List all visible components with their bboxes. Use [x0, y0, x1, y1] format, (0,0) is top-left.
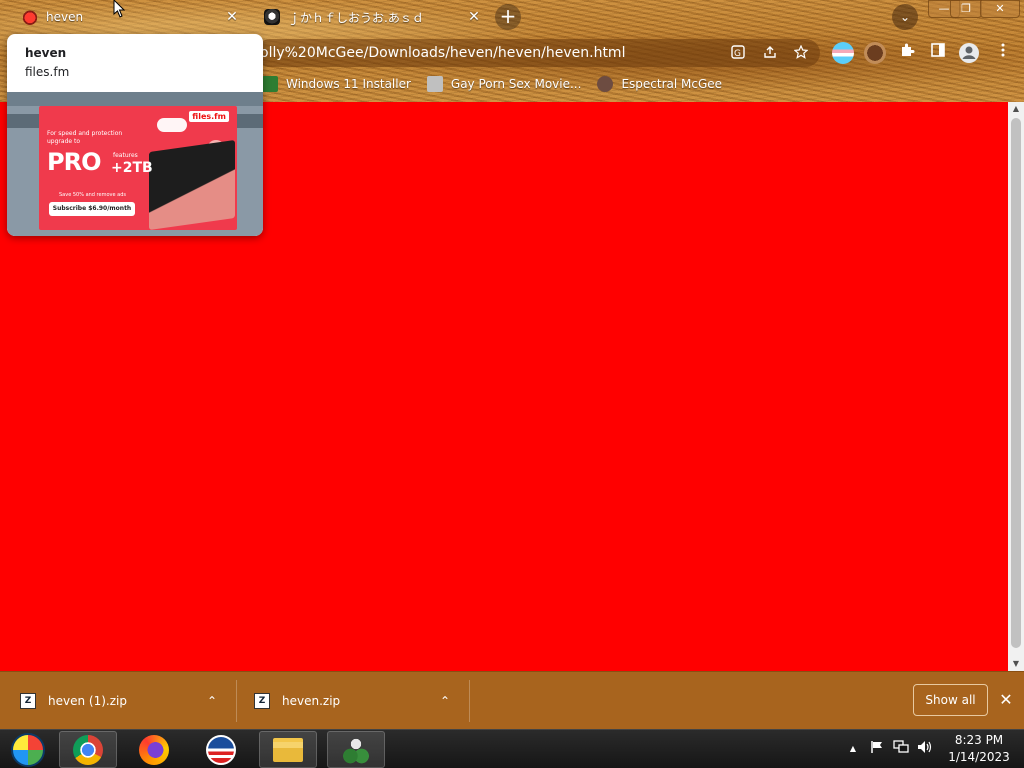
taskbar-firefox[interactable] — [125, 731, 183, 768]
new-tab-button[interactable]: + — [495, 4, 521, 30]
puzzle-icon[interactable] — [896, 42, 918, 64]
tab-title: ｊかｈｆしおうお.あｓｄ — [288, 10, 424, 25]
menu-kebab-icon[interactable] — [992, 42, 1014, 64]
chevron-up-icon[interactable]: ⌃ — [436, 692, 454, 710]
extension-flag-icon[interactable] — [832, 42, 854, 64]
network-icon[interactable] — [892, 740, 910, 758]
download-filename: heven (1).zip — [48, 694, 127, 708]
divider — [469, 680, 470, 722]
mouse-cursor-icon — [113, 0, 125, 18]
tab-preview-thumbnail: files.fm For speed and protection upgrad… — [7, 92, 263, 236]
scroll-down-arrow-icon[interactable]: ▼ — [1008, 657, 1024, 671]
ad-save-text: Save 50% and remove ads — [59, 192, 126, 198]
url-text[interactable]: olly%20McGee/Downloads/heven/heven/heven… — [260, 45, 720, 61]
divider — [236, 680, 237, 722]
clock-time: 8:23 PM — [954, 733, 1004, 747]
download-filename: heven.zip — [282, 694, 341, 708]
close-window-button[interactable]: ✕ — [980, 0, 1020, 18]
tab-title: heven — [46, 10, 84, 24]
system-clock[interactable]: 8:23 PM 1/14/2023 — [944, 732, 1014, 768]
ad-subscribe-button: Subscribe $6.90/month — [49, 202, 135, 216]
taskbar-chrome[interactable] — [59, 731, 117, 768]
star-icon[interactable] — [793, 44, 809, 61]
translate-icon[interactable]: G — [730, 45, 746, 61]
tray-overflow-icon[interactable]: ▲ — [844, 740, 862, 758]
show-all-button[interactable]: Show all — [913, 684, 988, 716]
preview-bar — [7, 92, 263, 106]
hover-card-domain: files.fm — [25, 65, 70, 79]
chrome-icon — [73, 734, 103, 765]
zip-file-icon: Z — [254, 693, 270, 709]
address-bar[interactable]: olly%20McGee/Downloads/heven/heven/heven… — [256, 39, 820, 67]
download-item[interactable]: Z heven.zip ⌃ — [254, 680, 464, 722]
heven-favicon-icon — [22, 9, 38, 25]
files-fm-ad: files.fm For speed and protection upgrad… — [39, 106, 237, 230]
taskbar-plant-app[interactable] — [327, 731, 385, 768]
clock-date: 1/14/2023 — [948, 750, 1010, 764]
cloud-icon — [157, 118, 187, 132]
close-tab-icon[interactable]: ✕ — [466, 9, 482, 25]
start-orb-icon — [11, 732, 45, 767]
taskbar-obama[interactable] — [192, 731, 250, 768]
close-tab-icon[interactable]: ✕ — [224, 9, 240, 25]
ad-tagline: For speed and protection upgrade to — [47, 130, 123, 145]
download-item[interactable]: Z heven (1).zip ⌃ — [20, 680, 230, 722]
bookmark-site[interactable]: Gay Porn Sex Movie... — [426, 76, 581, 92]
site-icon — [426, 76, 443, 92]
scrollbar-thumb[interactable] — [1011, 118, 1021, 648]
bookmark-windows-installer[interactable]: Windows 11 Installer — [262, 76, 411, 92]
tab-hover-card: heven files.fm files.fm For speed and pr… — [7, 34, 263, 236]
tab-jkahf[interactable]: ｊかｈｆしおうお.あｓｄ ✕ — [250, 2, 490, 32]
hover-card-title: heven — [25, 46, 67, 60]
chevron-up-icon[interactable]: ⌃ — [203, 692, 221, 710]
ad-brand: files.fm — [189, 111, 229, 122]
profile-extension-icon[interactable] — [864, 42, 886, 64]
maximize-button[interactable]: ❐ — [950, 0, 982, 18]
windows-installer-icon — [262, 76, 278, 92]
taskbar: ▲ 8:23 PM 1/14/2023 — [0, 729, 1024, 768]
ad-storage: +2TB — [111, 160, 153, 176]
vertical-scrollbar[interactable]: ▲ ▼ — [1008, 102, 1024, 671]
avatar-icon — [597, 76, 614, 92]
start-button[interactable] — [0, 731, 56, 768]
close-shelf-icon[interactable]: ✕ — [996, 690, 1016, 710]
laptop-icon — [149, 139, 235, 230]
plant-icon — [342, 734, 370, 765]
scroll-up-arrow-icon[interactable]: ▲ — [1008, 102, 1024, 116]
taskbar-file-explorer[interactable] — [259, 731, 317, 768]
tab-search-button[interactable]: ⌄ — [892, 4, 918, 30]
side-panel-icon[interactable] — [927, 42, 949, 64]
download-shelf: Z heven (1).zip ⌃ Z heven.zip ⌃ Show all… — [0, 671, 1024, 729]
folder-icon — [273, 737, 303, 762]
volume-icon[interactable] — [916, 740, 934, 758]
share-icon[interactable] — [762, 45, 778, 61]
action-center-flag-icon[interactable] — [868, 740, 886, 758]
ad-pro: PRO — [47, 148, 101, 176]
obama-logo-icon — [206, 734, 236, 765]
bookmark-espectral-mcgee[interactable]: Espectral McGee — [597, 76, 722, 92]
svg-text:G: G — [734, 49, 741, 59]
anime-favicon-icon — [264, 9, 280, 25]
zip-file-icon: Z — [20, 693, 36, 709]
firefox-icon — [139, 734, 169, 765]
bookmarks-bar: Windows 11 Installer Gay Porn Sex Movie.… — [262, 74, 738, 94]
profile-avatar-icon[interactable] — [958, 42, 980, 64]
tab-heven[interactable]: heven ✕ — [8, 2, 248, 32]
ad-features: features — [113, 152, 138, 159]
